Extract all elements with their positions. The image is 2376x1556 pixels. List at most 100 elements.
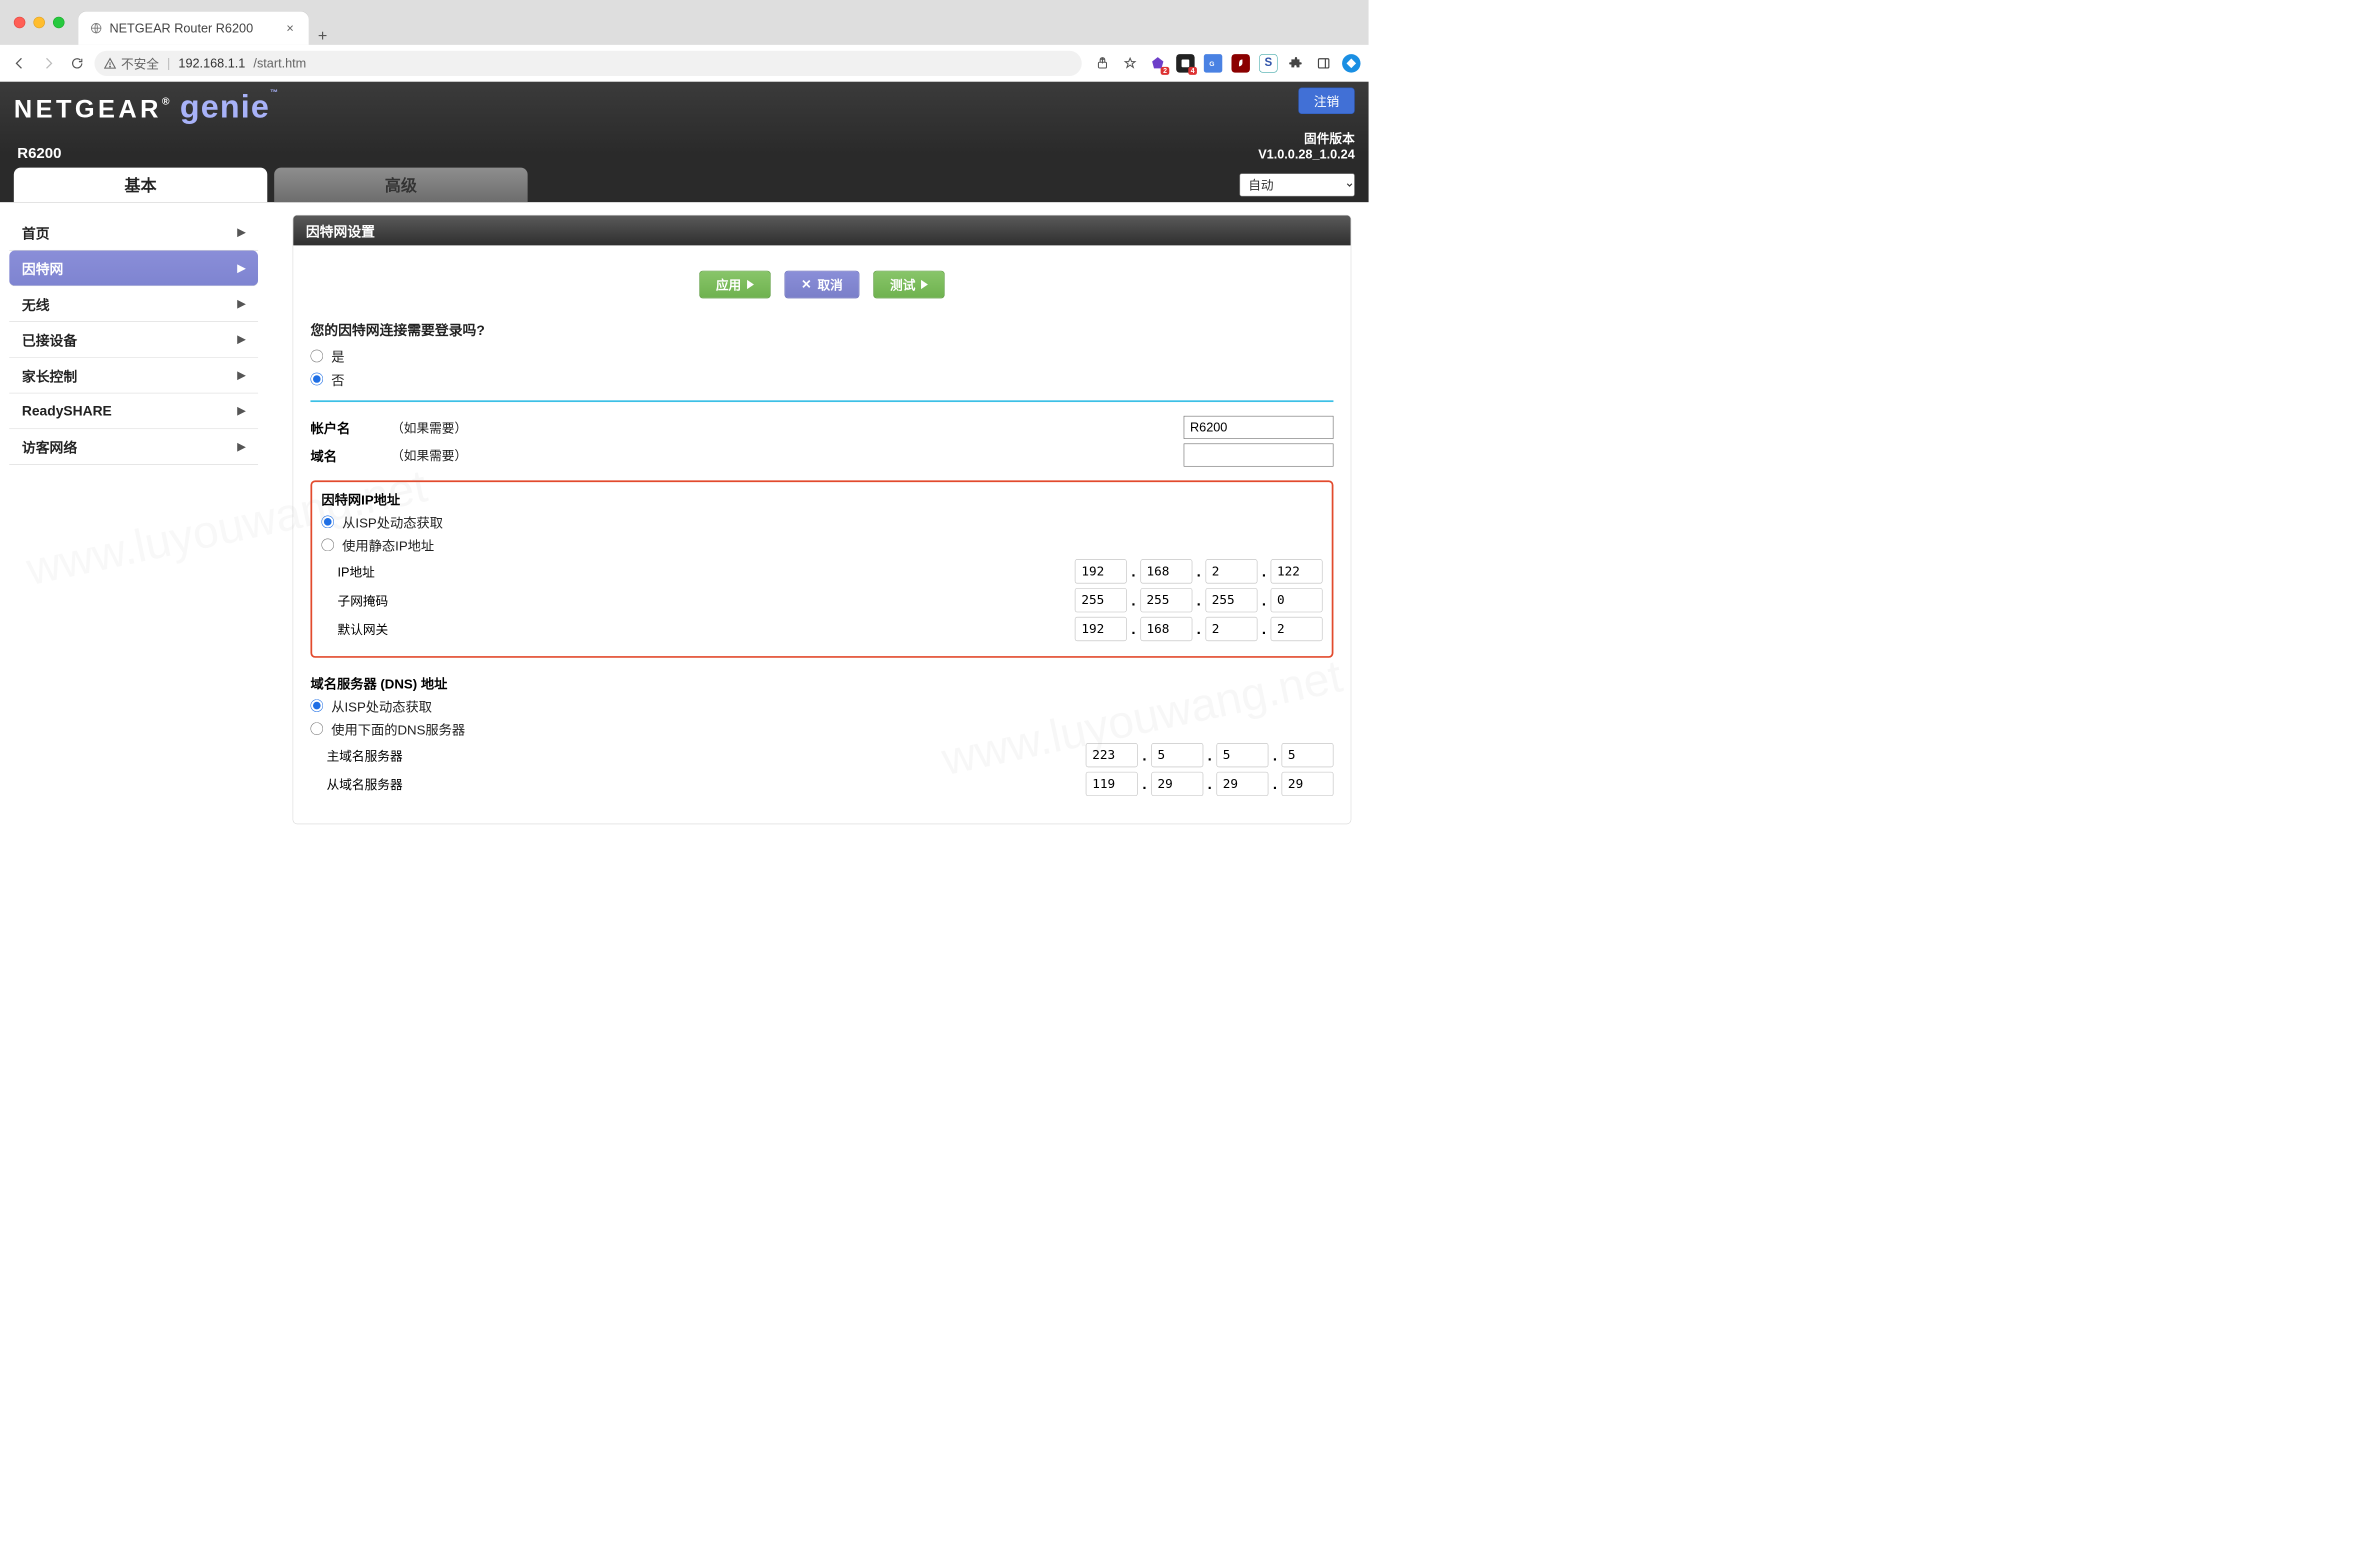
logout-button[interactable]: 注销 [1298,88,1354,114]
gw-octet-2[interactable] [1140,617,1192,641]
login-no-option[interactable]: 否 [310,369,1333,389]
radio-label: 使用下面的DNS服务器 [331,719,465,739]
main-content: 首页 ▶ 因特网 ▶ 无线 ▶ 已接设备 ▶ 家长控制 ▶ ReadySHARE… [0,202,1369,824]
model-label: R6200 [14,144,62,162]
dns-dynamic-radio[interactable] [310,699,323,712]
sidebar-item-label: ReadySHARE [22,403,112,419]
ip-octet-3[interactable] [1205,559,1257,583]
x-icon: ✕ [801,277,812,292]
dns1-octet-4[interactable] [1282,743,1334,767]
action-button-row: 应用 ✕ 取消 测试 [310,271,1333,299]
sidebar-item-wireless[interactable]: 无线 ▶ [9,286,258,322]
tab-close-icon[interactable]: × [283,21,297,36]
window-zoom-dot[interactable] [53,17,65,29]
gw-octet-3[interactable] [1205,617,1257,641]
sidebar-item-readyshare[interactable]: ReadySHARE ▶ [9,393,258,429]
domain-name-input[interactable] [1184,444,1334,467]
sidebar-item-home[interactable]: 首页 ▶ [9,215,258,251]
extension-purple-icon[interactable]: 2 [1149,54,1167,72]
browser-tab-active[interactable]: NETGEAR Router R6200 × [78,12,308,45]
ip-address-label: IP地址 [338,562,453,580]
dns2-octet-4[interactable] [1282,772,1334,796]
dns1-octet-2[interactable] [1151,743,1203,767]
dns-dynamic-option[interactable]: 从ISP处动态获取 [310,696,1333,716]
ip-static-option[interactable]: 使用静态IP地址 [321,535,1322,555]
subnet-label: 子网掩码 [338,591,453,609]
ip-dynamic-option[interactable]: 从ISP处动态获取 [321,512,1322,532]
radio-label: 从ISP处动态获取 [342,512,443,532]
panel-title: 因特网设置 [293,215,1351,245]
internet-ip-section-title: 因特网IP地址 [321,489,1322,509]
address-bar[interactable]: 不安全 | 192.168.1.1/start.htm [94,50,1081,75]
router-header: NETGEAR® genie™ 注销 R6200 固件版本 V1.0.0.28_… [0,82,1369,202]
nav-reload-button[interactable] [66,52,89,75]
ip-dynamic-radio[interactable] [321,516,334,529]
apply-button-label: 应用 [716,275,741,293]
nav-back-button[interactable] [8,52,31,75]
if-needed-hint: （如果需要） [391,446,467,464]
new-tab-button[interactable]: + [309,26,337,44]
share-icon[interactable] [1093,54,1111,72]
browser-extensions: 2 4 G S [1087,54,1360,72]
test-button-label: 测试 [890,275,915,293]
gw-octet-4[interactable] [1271,617,1323,641]
tab-basic[interactable]: 基本 [14,168,267,203]
domain-name-label: 域名 [310,445,391,465]
window-close-dot[interactable] [14,17,26,29]
profile-avatar-icon[interactable] [1342,54,1360,72]
dns2-octet-3[interactable] [1216,772,1268,796]
sidebar-item-label: 因特网 [22,258,63,278]
not-secure-indicator[interactable]: 不安全 [104,54,159,72]
gw-octet-1[interactable] [1075,617,1127,641]
apply-button[interactable]: 应用 [699,271,770,299]
url-host: 192.168.1.1 [178,56,245,71]
login-no-radio[interactable] [310,373,323,386]
extension-s-icon[interactable]: S [1259,54,1277,72]
extension-dark-icon[interactable]: 4 [1176,54,1194,72]
dns1-octet-3[interactable] [1216,743,1268,767]
gateway-row: 默认网关 . . . [338,617,1323,641]
extensions-puzzle-icon[interactable] [1287,54,1305,72]
cancel-button-label: 取消 [817,275,842,293]
translate-icon[interactable]: G [1204,54,1222,72]
subnet-octet-4[interactable] [1271,588,1323,612]
account-name-input[interactable] [1184,416,1334,439]
side-panel-icon[interactable] [1314,54,1332,72]
sidebar-item-guest-network[interactable]: 访客网络 ▶ [9,429,258,465]
sidebar-item-internet[interactable]: 因特网 ▶ [9,251,258,287]
netgear-genie-logo: NETGEAR® genie™ [14,88,279,125]
ext-badge: 2 [1161,67,1169,75]
ip-octet-4[interactable] [1271,559,1323,583]
bookmark-star-icon[interactable] [1121,54,1139,72]
dns2-octet-1[interactable] [1086,772,1138,796]
sidebar-item-parental-controls[interactable]: 家长控制 ▶ [9,358,258,394]
subnet-octet-1[interactable] [1075,588,1127,612]
url-path: /start.htm [253,56,306,71]
subnet-octet-2[interactable] [1140,588,1192,612]
main-tabs: 基本 高级 [14,168,528,203]
window-minimize-dot[interactable] [33,17,45,29]
radio-label: 使用静态IP地址 [342,535,434,555]
ip-static-radio[interactable] [321,539,334,552]
domain-name-row: 域名 （如果需要） [310,444,1333,467]
dns-static-radio[interactable] [310,722,323,735]
ip-octet-1[interactable] [1075,559,1127,583]
ublock-icon[interactable] [1231,54,1249,72]
ip-octet-2[interactable] [1140,559,1192,583]
login-yes-option[interactable]: 是 [310,346,1333,366]
subnet-row: 子网掩码 . . . [338,588,1323,612]
nav-forward-button[interactable] [37,52,60,75]
test-button[interactable]: 测试 [873,271,944,299]
cancel-button[interactable]: ✕ 取消 [784,271,859,299]
login-yes-radio[interactable] [310,350,323,363]
tab-advanced[interactable]: 高级 [274,168,527,203]
dns1-octet-1[interactable] [1086,743,1138,767]
language-select[interactable]: 自动 [1240,173,1355,196]
sidebar-item-label: 首页 [22,222,50,242]
dns2-octet-2[interactable] [1151,772,1203,796]
sidebar-item-attached-devices[interactable]: 已接设备 ▶ [9,322,258,358]
globe-icon [90,22,103,35]
svg-text:G: G [1209,60,1214,67]
dns-static-option[interactable]: 使用下面的DNS服务器 [310,719,1333,739]
subnet-octet-3[interactable] [1205,588,1257,612]
